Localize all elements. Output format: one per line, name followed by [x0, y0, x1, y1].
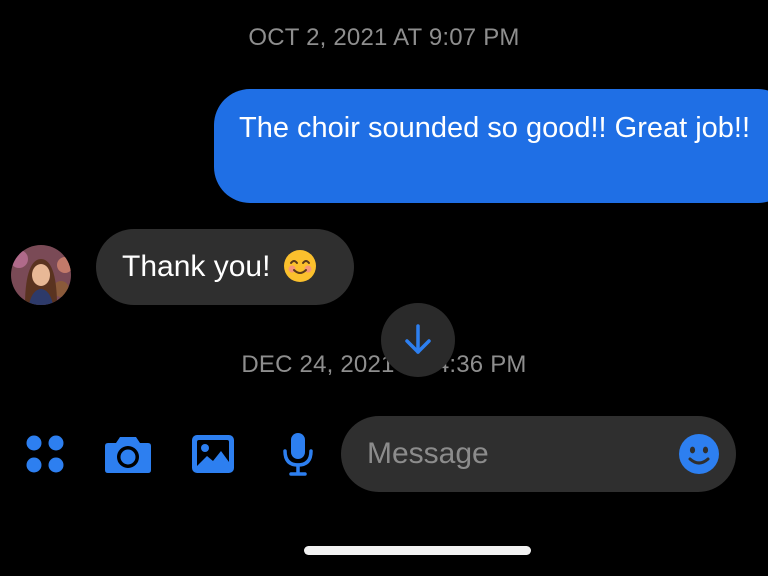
smiling-emoji-icon [283, 250, 316, 283]
apps-button[interactable] [20, 432, 70, 476]
message-placeholder: Message [367, 437, 489, 470]
outgoing-message-bubble[interactable]: The choir sounded so good!! Great job!! [214, 89, 768, 203]
arrow-down-icon [405, 324, 431, 354]
gallery-icon [192, 435, 234, 473]
camera-icon [105, 437, 151, 473]
outgoing-message-text: The choir sounded so good!! Great job!! [239, 112, 751, 144]
scroll-to-bottom-button[interactable] [381, 303, 455, 377]
gallery-button[interactable] [188, 432, 238, 476]
timestamp: OCT 2, 2021 AT 9:07 PM [248, 24, 520, 51]
camera-button[interactable] [103, 432, 153, 476]
incoming-message-bubble[interactable]: Thank you! [96, 229, 354, 305]
home-indicator[interactable] [304, 546, 531, 555]
contact-avatar[interactable] [11, 245, 71, 305]
apps-icon [26, 435, 64, 473]
avatar-image [11, 245, 71, 305]
microphone-button[interactable] [273, 430, 323, 478]
emoji-icon [679, 434, 719, 474]
message-input[interactable]: Message [341, 416, 736, 492]
incoming-message-text: Thank you! [122, 250, 271, 283]
emoji-button[interactable] [678, 433, 720, 475]
microphone-icon [283, 433, 313, 476]
